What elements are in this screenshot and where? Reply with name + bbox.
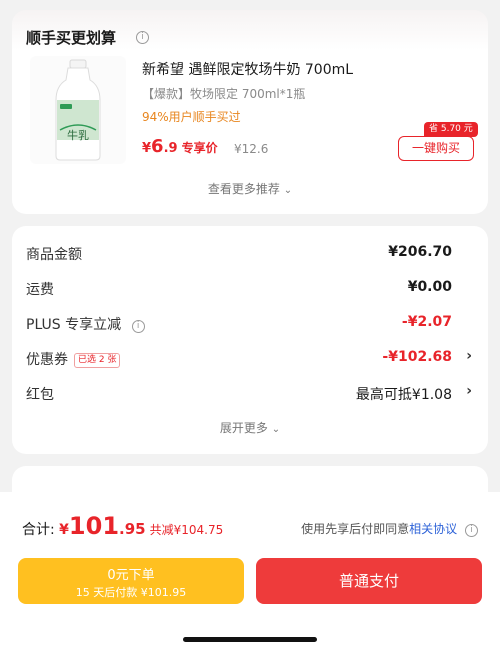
info-icon[interactable]: i [465,524,478,537]
plus-discount-text: PLUS 专享立减 [26,317,122,333]
price-integer: 6 [151,136,164,157]
expand-more-link[interactable]: 展开更多 ⌄ [12,419,488,436]
chevron-down-icon: ⌄ [271,424,281,435]
coupon-value: -¥102.68 [382,349,452,365]
price-decimal: .9 [163,141,178,156]
row-shipping: 运费 ¥0.00 [26,279,474,301]
product-name[interactable]: 新希望 遇鲜限定牧场牛奶 700mL [142,59,353,79]
agreement-link[interactable]: 相关协议 [409,522,457,536]
agreement-prefix: 使用先享后付即同意 [301,522,410,536]
product-spec: 【爆款】牧场限定 700ml*1瓶 [142,87,306,101]
info-icon[interactable]: i [136,31,149,44]
total-amount: 合计: ¥101.95 共减¥104.75 [22,512,223,540]
price-summary-card: 商品金额 ¥206.70 运费 ¥0.00 PLUS 专享立减 i -¥2.07… [12,226,488,454]
total-decimal: .95 [119,520,146,538]
pay-later-subtitle: 15 天后付款 ¥101.95 [75,586,187,599]
pay-later-button[interactable]: 0元下单 15 天后付款 ¥101.95 [18,558,244,604]
plus-discount-value: -¥2.07 [401,314,452,330]
more-recommendations-link[interactable]: 查看更多推荐 ⌄ [12,180,488,197]
checkout-bar: 合计: ¥101.95 共减¥104.75 使用先享后付即同意相关协议 i 0元下… [0,492,500,650]
row-coupon[interactable]: 优惠券 已选 2 张 -¥102.68 › [26,348,474,371]
save-badge: 省 5.70 元 [424,122,478,137]
milk-bottle-icon: 牛乳 [55,59,101,161]
red-packet-value: 最高可抵¥1.08 [355,387,452,403]
price-tag: 专享价 [181,141,218,155]
more-recommendations-label: 查看更多推荐 [207,182,280,196]
total-integer: 101 [68,512,120,540]
product-image[interactable]: 牛乳 [30,56,126,164]
goods-amount-label: 商品金额 [26,247,82,263]
coupon-selected-tag: 已选 2 张 [74,353,121,368]
coupon-label: 优惠券 已选 2 张 [26,349,121,369]
total-currency: ¥ [59,522,69,538]
total-discount: 共减¥104.75 [149,523,224,537]
product-purchase-stat: 94%用户顺手买过 [142,110,241,124]
row-plus-discount: PLUS 专享立减 i -¥2.07 [26,314,474,336]
expand-more-label: 展开更多 [219,421,268,435]
plus-discount-label: PLUS 专享立减 i [26,314,145,334]
pay-later-title: 0元下单 [107,568,155,583]
goods-amount-value: ¥206.70 [388,244,452,260]
chevron-right-icon: › [466,383,472,399]
shipping-label: 运费 [26,282,54,298]
product-price: ¥6.9 专享价 [142,136,218,157]
row-red-packet[interactable]: 红包 最高可抵¥1.08 › [26,383,474,406]
row-goods-amount: 商品金额 ¥206.70 [26,244,474,266]
product-image-label: 牛乳 [67,128,89,142]
normal-pay-button[interactable]: 普通支付 [256,558,482,604]
info-icon[interactable]: i [131,320,145,333]
recommend-card: 顺手买更划算 i 牛乳 新希望 遇鲜限定牧场牛奶 700mL 【爆款】牧场限定 … [12,10,488,214]
recommend-title: 顺手买更划算 [26,29,117,47]
coupon-text: 优惠券 [26,352,68,368]
red-packet-label: 红包 [26,387,54,403]
chevron-down-icon: ⌄ [283,185,293,196]
price-currency: ¥ [142,141,152,156]
one-click-buy-button[interactable]: 一键购买 [398,136,474,161]
home-indicator[interactable] [183,637,317,642]
agreement-text: 使用先享后付即同意相关协议 i [301,520,478,537]
total-label: 合计: [22,522,60,538]
original-price: ¥12.6 [234,142,269,156]
chevron-right-icon: › [466,348,472,364]
shipping-value: ¥0.00 [407,279,452,295]
